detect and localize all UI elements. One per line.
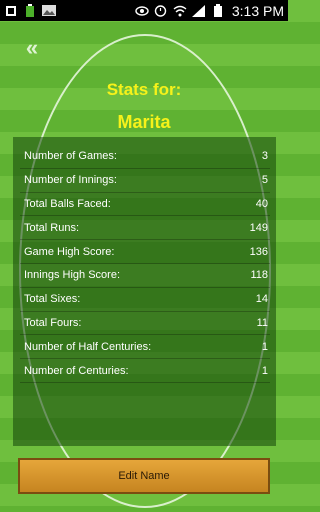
stat-label: Total Balls Faced: xyxy=(24,197,111,210)
stats-panel: Number of Games: 3 Number of Innings: 5 … xyxy=(13,137,276,446)
wifi-icon xyxy=(173,4,187,17)
edit-name-button[interactable]: Edit Name xyxy=(18,458,270,494)
stat-value: 5 xyxy=(261,174,268,187)
stat-label: Game High Score: xyxy=(24,245,115,258)
stat-label: Total Runs: xyxy=(24,221,80,234)
stat-value: 11 xyxy=(256,316,268,329)
battery-icon xyxy=(211,4,225,17)
stat-row: Total Balls Faced: 40 xyxy=(20,193,270,217)
stat-value: 40 xyxy=(255,197,268,210)
stat-label: Number of Games: xyxy=(24,150,117,163)
stat-value: 1 xyxy=(261,364,268,377)
status-right-icons: 3:13 PM xyxy=(135,3,284,19)
stat-row: Number of Centuries: 1 xyxy=(20,359,270,383)
back-button[interactable]: « xyxy=(18,35,40,60)
stat-row: Total Fours: 11 xyxy=(20,312,270,336)
eye-icon xyxy=(135,4,149,17)
status-left-icons xyxy=(4,4,56,17)
stat-row: Total Runs: 149 xyxy=(20,216,270,241)
stat-row: Innings High Score: 118 xyxy=(20,264,270,288)
alarm-icon xyxy=(154,4,168,17)
status-bar: 3:13 PM xyxy=(0,0,288,21)
status-time: 3:13 PM xyxy=(231,2,284,19)
stat-label: Total Sixes: xyxy=(24,293,81,306)
stat-row: Number of Innings: 5 xyxy=(20,169,270,193)
stat-row: Number of Half Centuries: 1 xyxy=(20,335,270,360)
signal-icon xyxy=(192,4,206,17)
notification-icon xyxy=(4,4,18,17)
battery-small-icon xyxy=(23,4,37,17)
stat-row: Game High Score: 136 xyxy=(20,240,270,264)
stat-label: Innings High Score: xyxy=(24,269,120,282)
stat-value: 14 xyxy=(255,293,268,306)
stat-value: 3 xyxy=(261,150,268,163)
stat-label: Number of Innings: xyxy=(24,174,117,187)
stat-row: Number of Games: 3 xyxy=(20,145,270,169)
stat-label: Total Fours: xyxy=(24,316,82,329)
stat-label: Number of Half Centuries: xyxy=(24,340,152,353)
stat-value: 118 xyxy=(250,269,268,282)
image-icon xyxy=(42,4,56,17)
stat-row: Total Sixes: 14 xyxy=(20,288,270,312)
stat-label: Number of Centuries: xyxy=(24,364,129,377)
stat-value: 136 xyxy=(249,245,268,258)
page-title: Stats for: xyxy=(106,80,182,99)
stats-list: Number of Games: 3 Number of Innings: 5 … xyxy=(20,145,270,383)
player-name: Marita xyxy=(117,112,171,132)
stat-value: 1 xyxy=(261,340,268,353)
stat-value: 149 xyxy=(249,221,268,234)
